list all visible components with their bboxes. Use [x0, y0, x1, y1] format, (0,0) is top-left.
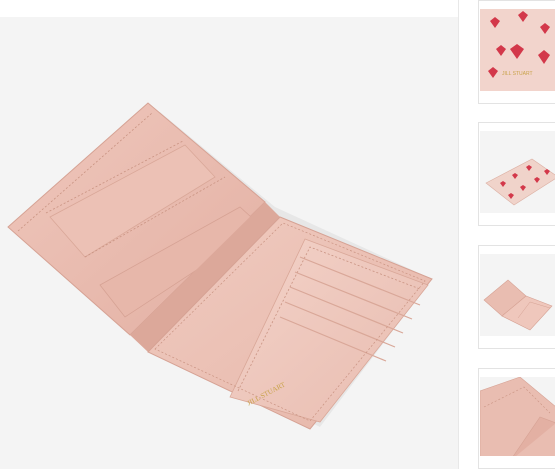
thumbnail-2[interactable]: [478, 122, 555, 226]
thumbnail-list: JILL STUART: [478, 0, 555, 469]
main-product-image[interactable]: JILL STUART: [0, 17, 458, 469]
thumbnail-brand-stamp: JILL STUART: [502, 71, 533, 77]
pocket-closeup-thumbnail-icon: [480, 377, 555, 456]
heart-pattern-thumbnail-icon: JILL STUART: [480, 9, 555, 91]
product-gallery: JILL STUART JILL STUART: [0, 0, 555, 469]
thumbnail-4[interactable]: [478, 368, 555, 469]
thumbnail-3[interactable]: [478, 245, 555, 349]
open-passport-case-illustration: JILL STUART: [7, 102, 433, 430]
gallery-divider: [458, 0, 459, 469]
closed-case-thumbnail-icon: [480, 131, 555, 213]
thumbnail-1[interactable]: JILL STUART: [478, 0, 555, 104]
open-case-thumbnail-icon: [480, 254, 555, 336]
